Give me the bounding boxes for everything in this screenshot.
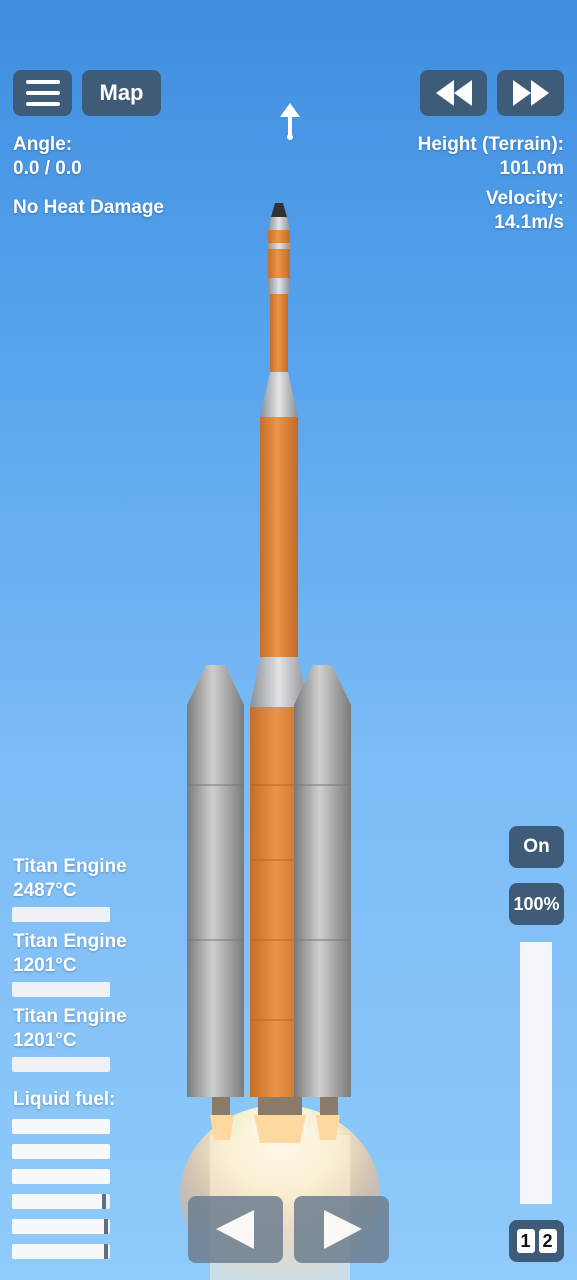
engine-toggle-label: On — [523, 836, 550, 857]
engine-3-temp: 1201°C — [13, 1030, 77, 1051]
rotate-left-button[interactable] — [188, 1196, 283, 1263]
rewind-button[interactable] — [420, 70, 487, 116]
engine-1-temp: 2487°C — [13, 880, 77, 901]
fuel-bar-2 — [12, 1144, 110, 1159]
stage-1: 1 — [516, 1229, 535, 1253]
angle-value: 0.0 / 0.0 — [13, 158, 82, 179]
height-label: Height (Terrain): — [417, 134, 564, 155]
engine-1-name: Titan Engine — [13, 856, 127, 877]
velocity-label: Velocity: — [485, 188, 564, 209]
map-button-label: Map — [99, 80, 144, 105]
engine-2-name: Titan Engine — [13, 931, 127, 952]
fuel-label: Liquid fuel: — [13, 1089, 116, 1110]
throttle-percent-button[interactable]: 100% — [509, 883, 564, 925]
fuel-bar-4 — [12, 1194, 110, 1209]
fuel-level-marker — [104, 1244, 109, 1259]
rewind-icon — [435, 80, 472, 106]
throttle-slider[interactable] — [520, 942, 552, 1204]
angle-label: Angle: — [13, 134, 73, 155]
rocket — [180, 203, 380, 1280]
engine-toggle-button[interactable]: On — [509, 826, 564, 868]
height-value: 101.0m — [499, 158, 564, 179]
rotate-right-button[interactable] — [294, 1196, 389, 1263]
velocity-value: 14.1m/s — [494, 212, 564, 233]
fuel-bar-3 — [12, 1169, 110, 1184]
left-arrow-icon — [216, 1210, 254, 1249]
fuel-bar-5 — [12, 1219, 110, 1234]
stage-2: 2 — [538, 1229, 557, 1253]
throttle-slider-fill — [520, 942, 552, 1204]
engine-1-temp-bar — [12, 907, 110, 922]
engine-3-name: Titan Engine — [13, 1006, 127, 1027]
fuel-bar-6 — [12, 1244, 110, 1259]
fuel-bar-1 — [12, 1119, 110, 1134]
heat-status: No Heat Damage — [13, 197, 164, 218]
menu-button[interactable] — [13, 70, 72, 116]
fuel-level-marker — [102, 1194, 107, 1209]
stage-selector[interactable]: 1 2 — [509, 1220, 564, 1262]
throttle-percent-label: 100% — [513, 893, 560, 914]
map-button[interactable]: Map — [82, 70, 161, 116]
engine-2-temp-bar — [12, 982, 110, 997]
engine-3-temp-bar — [12, 1057, 110, 1072]
fast-forward-button[interactable] — [497, 70, 564, 116]
hamburger-icon — [25, 80, 60, 106]
fuel-level-marker — [104, 1219, 109, 1234]
up-arrow-icon — [280, 103, 300, 140]
fast-forward-icon — [512, 80, 549, 106]
engine-2-temp: 1201°C — [13, 955, 77, 976]
right-arrow-icon — [324, 1210, 362, 1249]
